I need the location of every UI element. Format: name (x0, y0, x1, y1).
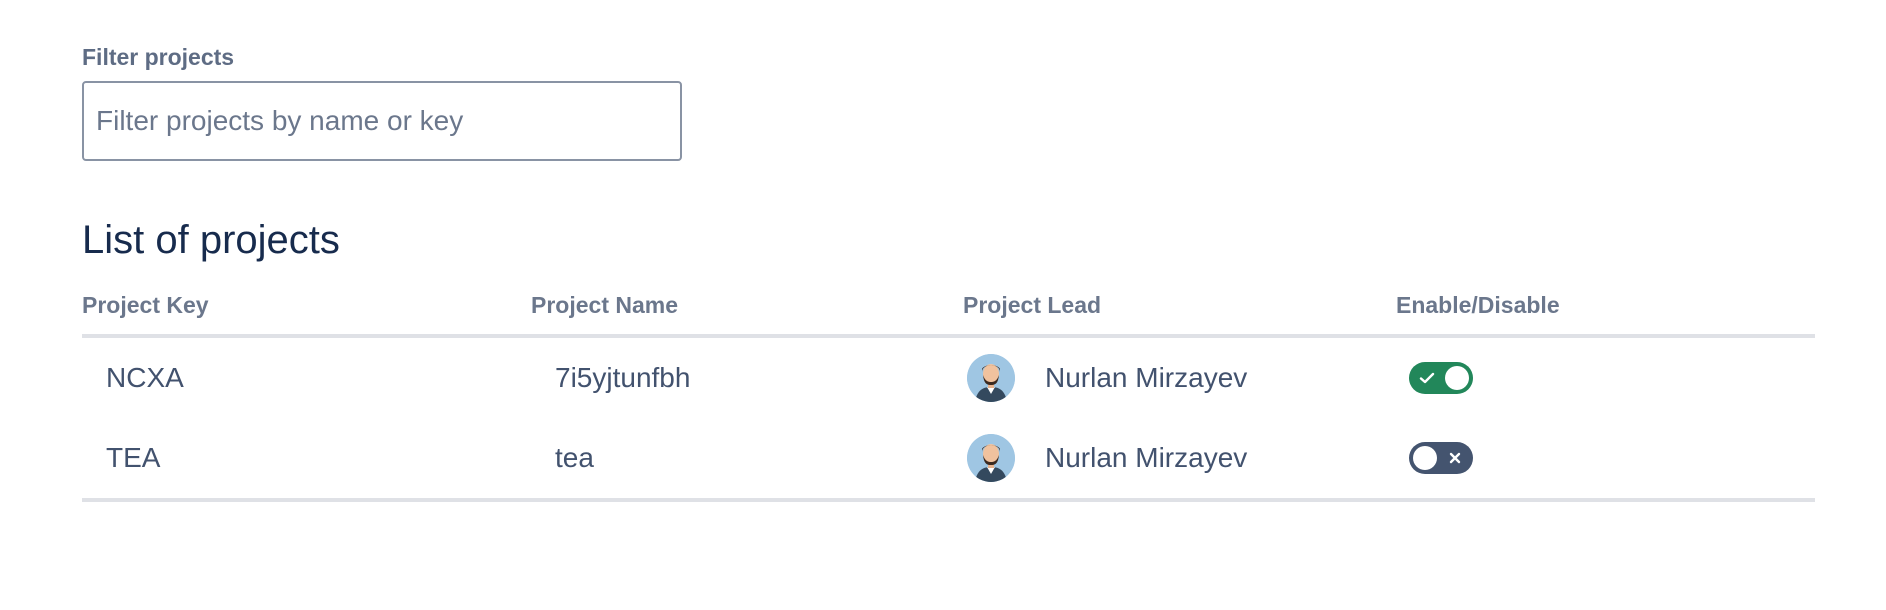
project-lead-name: Nurlan Mirzayev (1045, 442, 1248, 473)
projects-list-title: List of projects (82, 218, 340, 262)
project-lead-name: Nurlan Mirzayev (1045, 362, 1248, 393)
project-key-cell: NCXA (106, 362, 184, 393)
close-icon (1442, 442, 1468, 474)
column-header-project-name: Project Name (531, 292, 679, 318)
table-body: NCXA 7i5yjtunfbh Nurlan Mirzayev TEA tea… (82, 338, 1815, 502)
projects-table: Project Key Project Name Project Lead En… (82, 288, 1815, 502)
person-avatar-icon (967, 354, 1015, 402)
column-header-project-key: Project Key (82, 292, 209, 318)
disable-toggle[interactable] (1409, 442, 1473, 474)
toggle-knob (1413, 446, 1437, 470)
filter-projects-input[interactable] (82, 81, 682, 161)
column-header-project-lead: Project Lead (963, 292, 1102, 318)
table-row: TEA tea Nurlan Mirzayev (82, 418, 1815, 498)
person-avatar-icon (967, 434, 1015, 482)
table-header: Project Key Project Name Project Lead En… (82, 288, 1815, 338)
project-key-cell: TEA (106, 442, 161, 473)
project-name-cell: 7i5yjtunfbh (555, 362, 691, 393)
filter-projects-label: Filter projects (82, 44, 235, 70)
enable-toggle[interactable] (1409, 362, 1473, 394)
check-icon (1414, 362, 1440, 394)
project-name-cell: tea (555, 442, 594, 473)
table-row: NCXA 7i5yjtunfbh Nurlan Mirzayev (82, 338, 1815, 418)
column-header-enable-disable: Enable/Disable (1396, 292, 1560, 318)
toggle-knob (1445, 366, 1469, 390)
